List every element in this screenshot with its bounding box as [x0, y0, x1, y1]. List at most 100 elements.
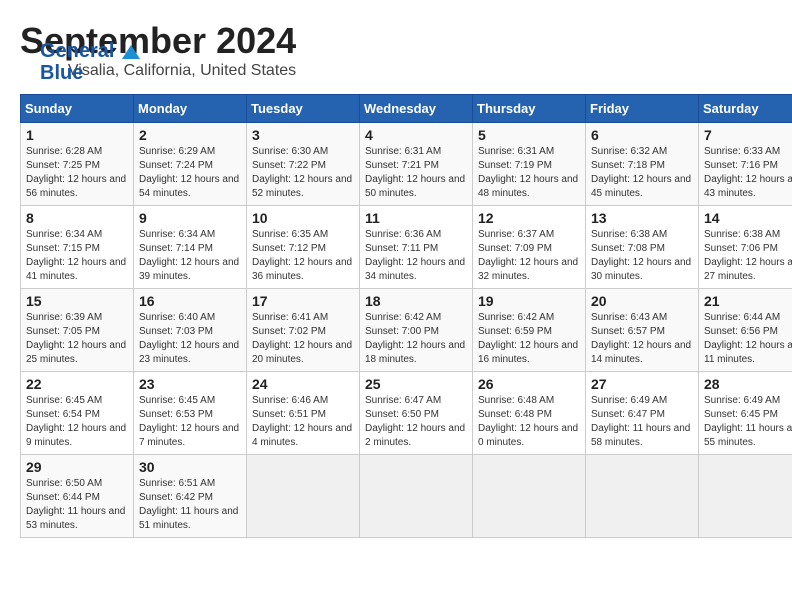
calendar-cell — [586, 455, 699, 538]
calendar-cell: 28 Sunrise: 6:49 AM Sunset: 6:45 PM Dayl… — [699, 372, 792, 455]
col-friday: Friday — [586, 95, 699, 123]
calendar-cell: 10 Sunrise: 6:35 AM Sunset: 7:12 PM Dayl… — [247, 206, 360, 289]
calendar-cell: 23 Sunrise: 6:45 AM Sunset: 6:53 PM Dayl… — [134, 372, 247, 455]
day-number: 14 — [704, 210, 792, 226]
day-info: Sunrise: 6:45 AM Sunset: 6:53 PM Dayligh… — [139, 394, 241, 450]
col-wednesday: Wednesday — [360, 95, 473, 123]
calendar-week-row: 22 Sunrise: 6:45 AM Sunset: 6:54 PM Dayl… — [21, 372, 792, 455]
calendar-cell — [473, 455, 586, 538]
day-number: 8 — [26, 210, 128, 226]
calendar-cell: 29 Sunrise: 6:50 AM Sunset: 6:44 PM Dayl… — [21, 455, 134, 538]
calendar-cell: 11 Sunrise: 6:36 AM Sunset: 7:11 PM Dayl… — [360, 206, 473, 289]
day-info: Sunrise: 6:35 AM Sunset: 7:12 PM Dayligh… — [252, 228, 354, 284]
calendar: Sunday Monday Tuesday Wednesday Thursday… — [20, 94, 792, 538]
day-number: 18 — [365, 293, 467, 309]
day-info: Sunrise: 6:38 AM Sunset: 7:08 PM Dayligh… — [591, 228, 693, 284]
day-info: Sunrise: 6:41 AM Sunset: 7:02 PM Dayligh… — [252, 311, 354, 367]
day-number: 29 — [26, 459, 128, 475]
day-number: 17 — [252, 293, 354, 309]
day-info: Sunrise: 6:48 AM Sunset: 6:48 PM Dayligh… — [478, 394, 580, 450]
day-number: 5 — [478, 127, 580, 143]
day-info: Sunrise: 6:34 AM Sunset: 7:15 PM Dayligh… — [26, 228, 128, 284]
calendar-cell: 30 Sunrise: 6:51 AM Sunset: 6:42 PM Dayl… — [134, 455, 247, 538]
calendar-week-row: 29 Sunrise: 6:50 AM Sunset: 6:44 PM Dayl… — [21, 455, 792, 538]
day-number: 24 — [252, 376, 354, 392]
day-info: Sunrise: 6:36 AM Sunset: 7:11 PM Dayligh… — [365, 228, 467, 284]
calendar-cell: 18 Sunrise: 6:42 AM Sunset: 7:00 PM Dayl… — [360, 289, 473, 372]
day-info: Sunrise: 6:42 AM Sunset: 7:00 PM Dayligh… — [365, 311, 467, 367]
calendar-cell: 5 Sunrise: 6:31 AM Sunset: 7:19 PM Dayli… — [473, 123, 586, 206]
day-number: 7 — [704, 127, 792, 143]
calendar-cell: 26 Sunrise: 6:48 AM Sunset: 6:48 PM Dayl… — [473, 372, 586, 455]
calendar-cell: 8 Sunrise: 6:34 AM Sunset: 7:15 PM Dayli… — [21, 206, 134, 289]
day-info: Sunrise: 6:38 AM Sunset: 7:06 PM Dayligh… — [704, 228, 792, 284]
calendar-cell: 4 Sunrise: 6:31 AM Sunset: 7:21 PM Dayli… — [360, 123, 473, 206]
day-info: Sunrise: 6:45 AM Sunset: 6:54 PM Dayligh… — [26, 394, 128, 450]
day-number: 26 — [478, 376, 580, 392]
col-monday: Monday — [134, 95, 247, 123]
day-info: Sunrise: 6:29 AM Sunset: 7:24 PM Dayligh… — [139, 145, 241, 201]
calendar-cell: 21 Sunrise: 6:44 AM Sunset: 6:56 PM Dayl… — [699, 289, 792, 372]
day-number: 10 — [252, 210, 354, 226]
day-info: Sunrise: 6:47 AM Sunset: 6:50 PM Dayligh… — [365, 394, 467, 450]
day-info: Sunrise: 6:37 AM Sunset: 7:09 PM Dayligh… — [478, 228, 580, 284]
col-saturday: Saturday — [699, 95, 792, 123]
day-info: Sunrise: 6:46 AM Sunset: 6:51 PM Dayligh… — [252, 394, 354, 450]
top-row: General Blue September 2024 Visalia, Cal… — [20, 20, 792, 86]
calendar-cell: 6 Sunrise: 6:32 AM Sunset: 7:18 PM Dayli… — [586, 123, 699, 206]
day-number: 20 — [591, 293, 693, 309]
day-info: Sunrise: 6:42 AM Sunset: 6:59 PM Dayligh… — [478, 311, 580, 367]
day-number: 30 — [139, 459, 241, 475]
day-number: 15 — [26, 293, 128, 309]
page-wrapper: General Blue September 2024 Visalia, Cal… — [20, 20, 792, 538]
day-info: Sunrise: 6:49 AM Sunset: 6:45 PM Dayligh… — [704, 394, 792, 450]
logo: General Blue — [40, 40, 140, 84]
day-info: Sunrise: 6:43 AM Sunset: 6:57 PM Dayligh… — [591, 311, 693, 367]
calendar-cell — [360, 455, 473, 538]
day-info: Sunrise: 6:39 AM Sunset: 7:05 PM Dayligh… — [26, 311, 128, 367]
day-number: 4 — [365, 127, 467, 143]
calendar-cell: 1 Sunrise: 6:28 AM Sunset: 7:25 PM Dayli… — [21, 123, 134, 206]
day-info: Sunrise: 6:40 AM Sunset: 7:03 PM Dayligh… — [139, 311, 241, 367]
calendar-week-row: 15 Sunrise: 6:39 AM Sunset: 7:05 PM Dayl… — [21, 289, 792, 372]
calendar-cell: 12 Sunrise: 6:37 AM Sunset: 7:09 PM Dayl… — [473, 206, 586, 289]
day-number: 11 — [365, 210, 467, 226]
calendar-cell — [247, 455, 360, 538]
day-info: Sunrise: 6:51 AM Sunset: 6:42 PM Dayligh… — [139, 477, 241, 533]
col-thursday: Thursday — [473, 95, 586, 123]
calendar-cell: 7 Sunrise: 6:33 AM Sunset: 7:16 PM Dayli… — [699, 123, 792, 206]
logo-icon — [122, 45, 140, 59]
day-info: Sunrise: 6:34 AM Sunset: 7:14 PM Dayligh… — [139, 228, 241, 284]
day-number: 3 — [252, 127, 354, 143]
calendar-cell: 14 Sunrise: 6:38 AM Sunset: 7:06 PM Dayl… — [699, 206, 792, 289]
calendar-cell: 2 Sunrise: 6:29 AM Sunset: 7:24 PM Dayli… — [134, 123, 247, 206]
logo-text: General — [40, 40, 140, 62]
calendar-cell: 9 Sunrise: 6:34 AM Sunset: 7:14 PM Dayli… — [134, 206, 247, 289]
calendar-header-row: Sunday Monday Tuesday Wednesday Thursday… — [21, 95, 792, 123]
calendar-cell: 3 Sunrise: 6:30 AM Sunset: 7:22 PM Dayli… — [247, 123, 360, 206]
day-info: Sunrise: 6:44 AM Sunset: 6:56 PM Dayligh… — [704, 311, 792, 367]
day-info: Sunrise: 6:31 AM Sunset: 7:19 PM Dayligh… — [478, 145, 580, 201]
day-info: Sunrise: 6:50 AM Sunset: 6:44 PM Dayligh… — [26, 477, 128, 533]
calendar-week-row: 1 Sunrise: 6:28 AM Sunset: 7:25 PM Dayli… — [21, 123, 792, 206]
day-info: Sunrise: 6:31 AM Sunset: 7:21 PM Dayligh… — [365, 145, 467, 201]
day-info: Sunrise: 6:33 AM Sunset: 7:16 PM Dayligh… — [704, 145, 792, 201]
day-info: Sunrise: 6:30 AM Sunset: 7:22 PM Dayligh… — [252, 145, 354, 201]
day-number: 12 — [478, 210, 580, 226]
day-number: 1 — [26, 127, 128, 143]
day-number: 6 — [591, 127, 693, 143]
calendar-cell: 19 Sunrise: 6:42 AM Sunset: 6:59 PM Dayl… — [473, 289, 586, 372]
calendar-cell — [699, 455, 792, 538]
day-number: 16 — [139, 293, 241, 309]
day-info: Sunrise: 6:28 AM Sunset: 7:25 PM Dayligh… — [26, 145, 128, 201]
calendar-cell: 13 Sunrise: 6:38 AM Sunset: 7:08 PM Dayl… — [586, 206, 699, 289]
day-info: Sunrise: 6:49 AM Sunset: 6:47 PM Dayligh… — [591, 394, 693, 450]
calendar-cell: 17 Sunrise: 6:41 AM Sunset: 7:02 PM Dayl… — [247, 289, 360, 372]
calendar-cell: 20 Sunrise: 6:43 AM Sunset: 6:57 PM Dayl… — [586, 289, 699, 372]
col-sunday: Sunday — [21, 95, 134, 123]
calendar-cell: 25 Sunrise: 6:47 AM Sunset: 6:50 PM Dayl… — [360, 372, 473, 455]
calendar-cell: 22 Sunrise: 6:45 AM Sunset: 6:54 PM Dayl… — [21, 372, 134, 455]
day-number: 21 — [704, 293, 792, 309]
day-number: 22 — [26, 376, 128, 392]
col-tuesday: Tuesday — [247, 95, 360, 123]
